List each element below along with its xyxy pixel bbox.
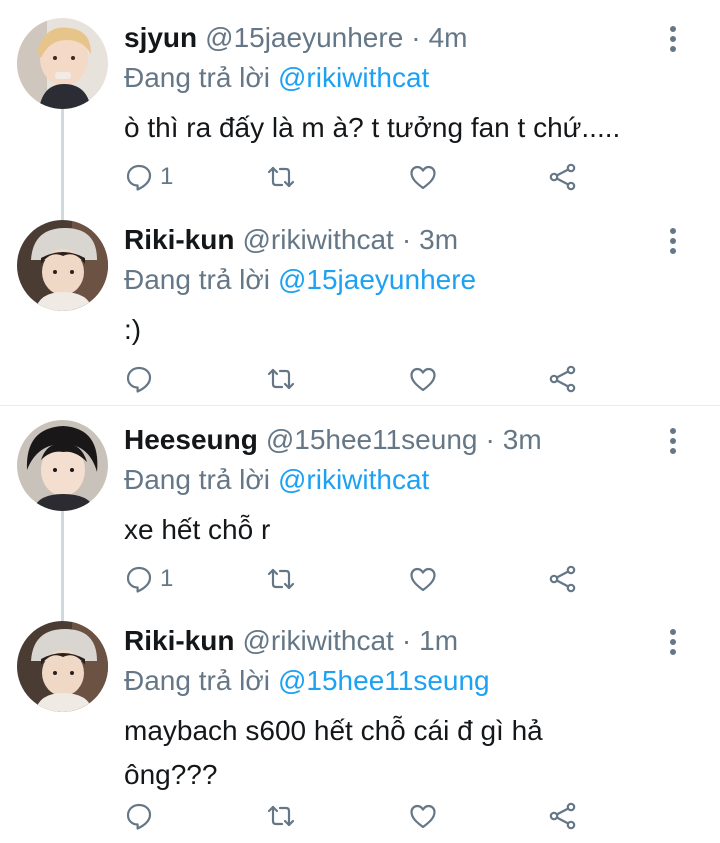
user-handle[interactable]: @15hee11seung	[266, 420, 478, 460]
reply-count: 1	[160, 163, 174, 190]
reply-icon	[126, 803, 152, 830]
retweet-button[interactable]	[266, 559, 296, 599]
replying-to: Đang trả lời @rikiwithcat	[124, 58, 429, 98]
display-name[interactable]: Riki-kun	[124, 220, 234, 260]
like-button[interactable]	[408, 559, 438, 599]
replying-to-user-link[interactable]: @rikiwithcat	[278, 464, 429, 495]
share-icon	[549, 163, 576, 191]
more-options-icon[interactable]	[660, 627, 686, 657]
like-button[interactable]	[408, 157, 438, 197]
action-bar: 1	[124, 157, 594, 197]
action-bar	[124, 359, 594, 399]
reply-icon	[126, 164, 152, 191]
share-icon	[549, 802, 576, 830]
share-button[interactable]	[548, 157, 578, 197]
separator: ·	[401, 625, 412, 656]
timestamp[interactable]: 3m	[419, 220, 458, 260]
timestamp[interactable]: 3m	[503, 420, 542, 460]
display-name[interactable]: Riki-kun	[124, 621, 234, 661]
action-bar: 1	[124, 559, 594, 599]
heart-icon	[410, 367, 436, 392]
more-options-icon[interactable]	[660, 24, 686, 54]
separator: ·	[485, 424, 495, 455]
replying-to-user-link[interactable]: @rikiwithcat	[278, 62, 429, 93]
separator: ·	[411, 22, 421, 53]
more-options-icon[interactable]	[660, 226, 686, 256]
user-handle[interactable]: @rikiwithcat	[242, 621, 393, 661]
reply-button[interactable]	[124, 796, 160, 836]
tweet-header: Riki-kun @rikiwithcat · 1m	[124, 621, 458, 661]
action-bar	[124, 796, 594, 836]
tweet-text: maybach s600 hết chỗ cái đ gì hả ông???	[124, 715, 543, 790]
retweet-icon	[267, 368, 295, 390]
display-name[interactable]: Heeseung	[124, 420, 258, 460]
user-handle[interactable]: @rikiwithcat	[242, 220, 393, 260]
share-icon	[549, 365, 576, 393]
user-handle[interactable]: @15jaeyunhere	[205, 18, 403, 58]
heart-icon	[410, 567, 436, 592]
replying-to-user-link[interactable]: @15jaeyunhere	[278, 264, 476, 295]
display-name[interactable]: sjyun	[124, 18, 197, 58]
retweet-button[interactable]	[266, 157, 296, 197]
like-button[interactable]	[408, 359, 438, 399]
reply-button[interactable]: 1	[124, 559, 173, 599]
tweet-text: ò thì ra đấy là m à? t tưởng fan t chứ..…	[124, 112, 621, 143]
retweet-button[interactable]	[266, 359, 296, 399]
tweet-header: Riki-kun @rikiwithcat · 3m	[124, 220, 458, 260]
tweet-text: :)	[124, 314, 142, 345]
heart-icon	[410, 165, 436, 190]
reply-button[interactable]	[124, 359, 160, 399]
avatar-photo-icon	[17, 18, 108, 109]
share-button[interactable]	[548, 796, 578, 836]
replying-to: Đang trả lời @rikiwithcat	[124, 460, 429, 500]
replying-to: Đang trả lời @15hee11seung	[124, 661, 490, 701]
replying-label: Đang trả lời	[124, 464, 270, 495]
tweet[interactable]: Riki-kun @rikiwithcat · 3m Đang trả lời @…	[0, 220, 720, 400]
reply-icon	[126, 366, 152, 393]
replying-label: Đang trả lời	[124, 62, 270, 93]
share-icon	[549, 565, 576, 593]
retweet-icon	[267, 805, 295, 827]
avatar[interactable]	[17, 420, 108, 511]
separator: ·	[401, 224, 412, 255]
replying-label: Đang trả lời	[124, 665, 270, 696]
avatar[interactable]	[17, 621, 108, 712]
like-button[interactable]	[408, 796, 438, 836]
timestamp[interactable]: 1m	[419, 621, 458, 661]
tweet-header: Heeseung @15hee11seung · 3m	[124, 420, 542, 460]
replying-to-user-link[interactable]: @15hee11seung	[278, 665, 490, 696]
reply-button[interactable]: 1	[124, 157, 173, 197]
avatar-photo-icon	[17, 420, 108, 511]
tweet-text: xe hết chỗ r	[124, 514, 271, 545]
heart-icon	[410, 804, 436, 829]
avatar-photo-icon	[17, 220, 108, 311]
replying-to: Đang trả lời @15jaeyunhere	[124, 260, 476, 300]
reply-count: 1	[160, 565, 174, 592]
avatar[interactable]	[17, 18, 108, 109]
share-button[interactable]	[548, 359, 578, 399]
tweet-header: sjyun @15jaeyunhere · 4m	[124, 18, 468, 58]
retweet-button[interactable]	[266, 796, 296, 836]
reply-icon	[126, 566, 152, 593]
replying-label: Đang trả lời	[124, 264, 270, 295]
share-button[interactable]	[548, 559, 578, 599]
retweet-icon	[267, 568, 295, 590]
tweet[interactable]: sjyun @15jaeyunhere · 4m Đang trả lời @ri…	[0, 18, 720, 198]
tweet[interactable]: Riki-kun @rikiwithcat · 1m Đang trả lời @…	[0, 621, 720, 841]
divider	[0, 405, 720, 406]
timestamp[interactable]: 4m	[429, 18, 468, 58]
more-options-icon[interactable]	[660, 426, 686, 456]
tweet[interactable]: Heeseung @15hee11seung · 3m Đang trả lời…	[0, 420, 720, 600]
avatar[interactable]	[17, 220, 108, 311]
retweet-icon	[267, 166, 295, 188]
avatar-photo-icon	[17, 621, 108, 712]
